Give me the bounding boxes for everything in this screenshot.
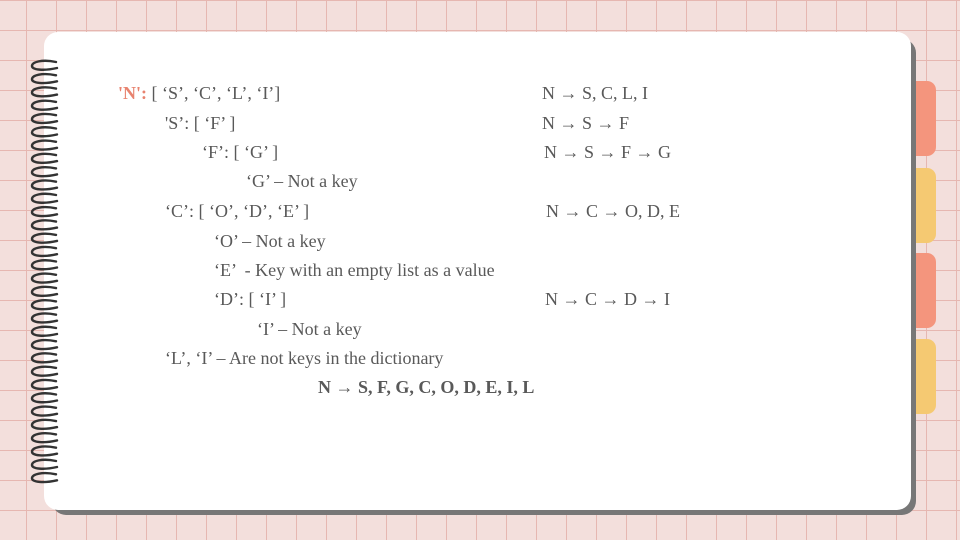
traversal-result: N → S, F, G, C, O, D, E, I, L (318, 377, 535, 397)
spiral-coil (30, 259, 59, 271)
line-g: ‘G’ – Not a key (246, 171, 358, 191)
spiral-coil (30, 325, 59, 337)
spiral-coil (30, 378, 59, 391)
spiral-coil (30, 458, 59, 470)
spiral-coil (30, 86, 59, 98)
spiral-coil (30, 445, 59, 457)
spiral-coil (30, 285, 59, 298)
spiral-coil (30, 59, 59, 71)
spiral-coil (30, 126, 59, 138)
spiral-coil (30, 298, 59, 311)
path-3: N → S → F → G (544, 142, 672, 162)
spiral-coil (30, 312, 59, 324)
path-1: N → S, C, L, I (542, 83, 649, 103)
spiral-coil (30, 72, 59, 85)
spiral-coil (30, 245, 59, 258)
path-4: N → C → O, D, E (546, 201, 680, 221)
spiral-coil (30, 112, 59, 125)
spiral-coil (30, 338, 59, 351)
line-e: ‘E’ - Key with an empty list as a value (214, 260, 495, 280)
n-key-label: 'N': (118, 83, 147, 103)
path-2: N → S → F (542, 113, 630, 133)
spiral-coil (30, 405, 59, 417)
line-c: ‘C’: [ ‘O’, ‘D’, ‘E’ ] (165, 201, 310, 221)
spiral-coil (30, 431, 59, 444)
spiral-coil (30, 179, 59, 191)
spiral-coil (30, 219, 59, 231)
n-key-list: [ ‘S’, ‘C’, ‘L’, ‘I’] (147, 83, 281, 103)
spiral-coil (30, 365, 59, 377)
spiral-coil (30, 232, 59, 244)
line-d: ‘D’: [ ‘I’ ] (214, 289, 287, 309)
line-f: ‘F’: [ ‘G’ ] (202, 142, 279, 162)
spiral-coil (30, 152, 59, 165)
line-n-key: 'N': [ ‘S’, ‘C’, ‘L’, ‘I’] (118, 82, 280, 104)
path-5: N → C → D → I (545, 289, 670, 309)
spiral-binding-icon (30, 59, 59, 484)
spiral-coil (30, 352, 59, 364)
spiral-coil (30, 165, 59, 178)
spiral-coil (30, 139, 59, 151)
spiral-coil (30, 99, 59, 111)
spiral-coil (30, 471, 59, 484)
spiral-coil (30, 205, 59, 218)
line-o: ‘O’ – Not a key (214, 231, 326, 251)
line-l-i: ‘L’, ‘I’ – Are not keys in the dictionar… (165, 348, 444, 368)
spiral-coil (30, 272, 59, 284)
spiral-coil (30, 418, 59, 431)
line-s: 'S’: [ ‘F’ ] (165, 113, 236, 133)
line-i: ‘I’ – Not a key (257, 319, 362, 339)
spiral-coil (30, 392, 59, 404)
spiral-coil (30, 192, 59, 204)
